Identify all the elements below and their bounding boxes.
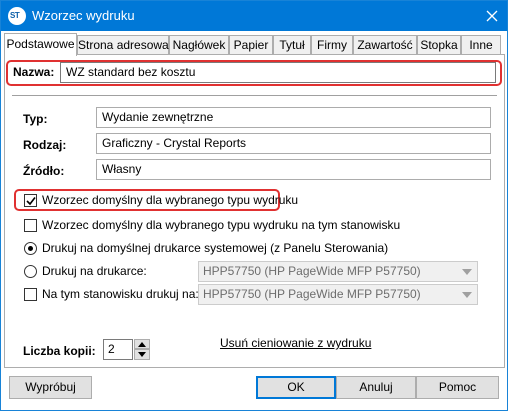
tab-zawartosc[interactable]: Zawartość [353,35,417,55]
copies-input[interactable]: 2 [103,339,133,360]
station-printer-select-value: HPP57750 (HP PageWide MFP P57750) [203,287,421,301]
tab-papier[interactable]: Papier [229,35,273,55]
printer-select[interactable]: HPP57750 (HP PageWide MFP P57750) [198,261,478,282]
print-on-printer-label[interactable]: Drukuj na drukarce: [42,264,147,278]
default-pattern-station-label[interactable]: Wzorzec domyślny dla wybranego typu wydr… [42,218,400,232]
kind-field: Graficzny - Crystal Reports [96,133,491,154]
station-printer-select[interactable]: HPP57750 (HP PageWide MFP P57750) [198,284,478,305]
dialog-window: Wzorzec wydruku Podstawowe Strona adreso… [0,0,508,411]
tab-tytul[interactable]: Tytuł [273,35,311,55]
ok-button[interactable]: OK [256,376,336,399]
arrow-up-icon [138,342,146,347]
copies-label: Liczba kopii: [23,344,96,358]
default-pattern-station-checkbox[interactable] [24,219,37,232]
type-label: Typ: [23,112,48,126]
source-label: Źródło: [23,164,65,178]
name-field[interactable]: WZ standard bez kosztu [60,62,496,83]
tab-stopka[interactable]: Stopka [417,35,461,55]
arrow-down-icon [138,352,146,357]
title-bar[interactable]: Wzorzec wydruku [1,1,507,31]
close-button[interactable] [477,1,507,31]
print-on-printer-radio[interactable] [24,265,37,278]
separator-top [12,95,497,96]
default-pattern-label[interactable]: Wzorzec domyślny dla wybranego typu wydr… [42,193,298,207]
printer-select-value: HPP57750 (HP PageWide MFP P57750) [203,264,421,278]
print-default-label[interactable]: Drukuj na domyślnej drukarce systemowej … [42,241,388,255]
help-button[interactable]: Pomoc [416,376,499,399]
copies-decrement-button[interactable] [134,349,150,360]
source-field: Własny [96,159,491,180]
station-print-label[interactable]: Na tym stanowisku drukuj na: [42,287,199,301]
name-label: Nazwa: [13,65,55,79]
kind-label: Rodzaj: [23,138,67,152]
chevron-down-icon [462,292,472,298]
print-default-radio[interactable] [24,242,37,255]
cancel-button[interactable]: Anuluj [336,376,416,399]
tab-strip: Podstawowe Strona adresowa Nagłówek Papi… [1,33,507,56]
checkmark-icon [26,197,36,206]
remove-shading-link[interactable]: Usuń cieniowanie z wydruku [220,336,371,350]
window-title: Wzorzec wydruku [32,8,135,23]
tab-naglowek[interactable]: Nagłówek [169,35,229,55]
tab-firmy[interactable]: Firmy [311,35,353,55]
type-field: Wydanie zewnętrzne [96,107,491,128]
preview-button[interactable]: Wypróbuj [9,376,92,399]
app-icon [8,7,26,25]
tab-podstawowe[interactable]: Podstawowe [4,33,77,56]
copies-increment-button[interactable] [134,339,150,349]
chevron-down-icon [462,269,472,275]
tab-inne[interactable]: Inne [461,35,501,55]
station-print-checkbox[interactable] [24,288,37,301]
tab-strona-adresowa[interactable]: Strona adresowa [77,35,169,55]
default-pattern-checkbox[interactable] [24,194,37,207]
close-icon [486,10,498,22]
tab-panel-podstawowe [4,54,505,368]
